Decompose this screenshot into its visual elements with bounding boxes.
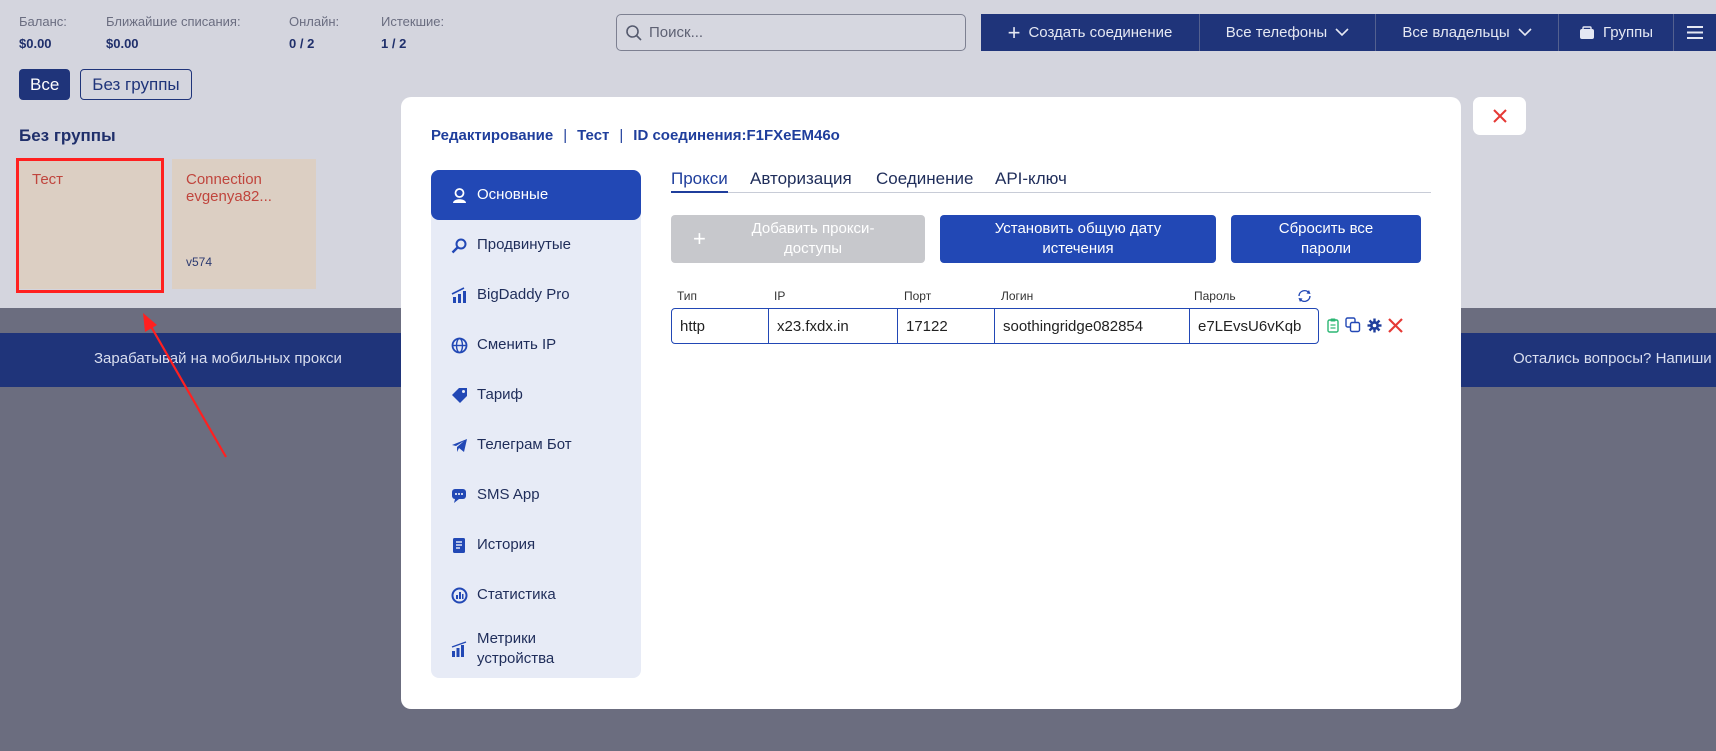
add-proxy-access-button[interactable]: + Добавить прокси-доступы [671, 215, 925, 263]
nav-item-label: История [477, 536, 536, 553]
stat-online: Онлайн: 0 / 2 [289, 14, 339, 51]
add-proxy-access-label: Добавить прокси-доступы [751, 220, 875, 257]
search-icon [626, 24, 642, 41]
tab-connection[interactable]: Соединение [876, 169, 973, 193]
clipboard-icon[interactable] [1327, 318, 1339, 333]
reset-passwords-button[interactable]: Сбросить все пароли [1231, 215, 1421, 263]
all-owners-label: Все владельцы [1402, 24, 1510, 41]
proxy-type-field[interactable]: http [671, 308, 769, 344]
wrench-icon [451, 238, 467, 253]
nav-item-change-ip[interactable]: Сменить IP [431, 320, 641, 370]
modal-close-button[interactable] [1473, 97, 1526, 135]
modal-tabs: Прокси Авторизация Соединение API-ключ [671, 169, 1431, 193]
set-expiry-date-button[interactable]: Установить общую дату истечения [940, 215, 1216, 263]
tab-api-key[interactable]: API-ключ [995, 169, 1067, 193]
delete-icon[interactable] [1388, 317, 1403, 333]
column-header-password: Пароль [1194, 289, 1236, 303]
menu-icon [1687, 26, 1703, 39]
stat-value: 1 / 2 [381, 36, 407, 51]
create-connection-label: Создать соединение [1028, 24, 1173, 41]
modal-side-nav: Основные Продвинутые BigDaddy Pro Сменит… [431, 170, 641, 678]
proxy-login-field[interactable]: soothingridge082854 [994, 308, 1190, 344]
proxy-row-actions [1327, 317, 1403, 333]
proxy-password-field[interactable]: e7LEvsU6vKqb [1189, 308, 1319, 344]
breadcrumb-connection-id: ID соединения:F1FXeEM46o [633, 127, 840, 144]
history-icon [453, 537, 465, 553]
all-phones-label: Все телефоны [1225, 24, 1328, 41]
chevron-down-icon [1518, 28, 1532, 37]
nav-item-tariff[interactable]: Тариф [431, 370, 641, 420]
nav-item-statistics[interactable]: Статистика [431, 570, 641, 620]
nav-item-label: Сменить IP [477, 336, 557, 353]
chat-icon [452, 488, 466, 503]
column-header-ip: IP [774, 289, 786, 303]
nav-item-label: Тариф [477, 386, 523, 403]
menu-button[interactable] [1674, 14, 1716, 51]
metrics-icon [451, 640, 467, 657]
tag-icon [452, 387, 467, 403]
edit-connection-modal: Редактирование | Тест | ID соединения:F1… [401, 97, 1461, 709]
all-phones-dropdown[interactable]: Все телефоны [1200, 14, 1376, 51]
nav-item-label: SMS App [477, 486, 540, 503]
search-box[interactable] [616, 14, 966, 51]
nav-item-sms-app[interactable]: SMS App [431, 470, 641, 520]
stats-icon [451, 587, 468, 603]
stat-label: Онлайн: [289, 14, 340, 29]
nav-item-label: BigDaddy Pro [477, 286, 570, 303]
groups-button[interactable]: Группы [1559, 14, 1674, 51]
create-connection-button[interactable]: + Создать соединение [981, 14, 1200, 51]
promo-right-text[interactable]: Остались вопросы? Напиши [1513, 350, 1712, 367]
set-expiry-date-label: Установить общую дату истечения [994, 220, 1162, 257]
nav-item-bigdaddy-pro[interactable]: BigDaddy Pro [431, 270, 641, 320]
telegram-icon [452, 438, 467, 452]
nav-item-label: Метрики устройства [477, 630, 555, 667]
copy-icon[interactable] [1345, 317, 1361, 333]
stat-expired: Истекшие: 1 / 2 [381, 14, 444, 51]
plus-icon: + [693, 226, 706, 251]
nav-item-label: Статистика [477, 586, 556, 603]
nav-item-basic[interactable]: Основные [431, 170, 641, 220]
breadcrumb-edit: Редактирование [431, 127, 554, 144]
breadcrumb-connection-name: Тест [577, 127, 610, 144]
plus-icon: + [1007, 19, 1021, 45]
chart-up-icon [451, 286, 466, 303]
nav-item-device-metrics[interactable]: Метрики устройства [431, 620, 641, 678]
nav-item-advanced[interactable]: Продвинутые [431, 220, 641, 270]
tab-proxy[interactable]: Прокси [671, 169, 728, 193]
all-owners-dropdown[interactable]: Все владельцы [1376, 14, 1559, 51]
nav-item-history[interactable]: История [431, 520, 641, 570]
nav-item-telegram-bot[interactable]: Телеграм Бот [431, 420, 641, 470]
groups-label: Группы [1603, 24, 1653, 41]
nav-item-label: Основные [477, 186, 549, 203]
column-header-port: Порт [904, 289, 932, 303]
breadcrumb-separator: | [619, 127, 624, 144]
refresh-icon[interactable] [1297, 289, 1312, 303]
column-header-login: Логин [1001, 289, 1034, 303]
close-icon [1492, 109, 1507, 123]
tab-authorization[interactable]: Авторизация [750, 169, 852, 193]
breadcrumb-separator: | [563, 127, 568, 144]
stat-value: 0 / 2 [289, 36, 315, 51]
gear-icon[interactable] [1367, 318, 1382, 333]
proxy-port-field[interactable]: 17122 [897, 308, 995, 344]
nav-item-label: Телеграм Бот [477, 436, 572, 453]
reset-passwords-label: Сбросить все пароли [1278, 220, 1374, 257]
column-header-type: Тип [677, 289, 698, 303]
nav-item-label: Продвинутые [477, 236, 572, 253]
search-input[interactable] [649, 24, 949, 41]
chevron-down-icon [1335, 28, 1349, 37]
stat-label: Истекшие: [381, 14, 445, 29]
globe-icon [451, 337, 468, 353]
folder-icon [1580, 25, 1594, 39]
proxy-ip-field[interactable]: x23.fxdx.in [768, 308, 898, 344]
annotation-arrow [143, 313, 227, 458]
user-icon [453, 187, 466, 203]
breadcrumb: Редактирование | Тест | ID соединения:F1… [431, 127, 840, 144]
toolbar: + Создать соединение Все телефоны Все вл… [981, 14, 1716, 51]
